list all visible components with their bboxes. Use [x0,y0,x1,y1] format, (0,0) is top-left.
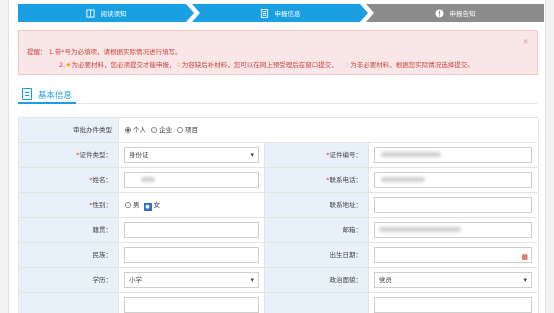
phone-label: *联系电话： [265,168,369,192]
form-row-partial [19,293,539,313]
notice-optional-text: 为非必要材料，根据您实际情况选择提交。 [350,61,474,69]
label-text: 证件编号： [329,151,363,159]
label-text: 证件类型： [79,151,113,159]
edu-cell: 小学 [119,268,265,292]
radio-label: 女 [153,201,161,209]
partial-input[interactable] [124,297,259,313]
document-icon [22,88,32,100]
birth-cell: ▦ [369,243,539,267]
origin-label: 籍贯： [19,218,119,242]
partial-label [19,293,119,313]
edu-label: 学历： [19,268,119,292]
form-row: 籍贯： 邮箱： [19,218,539,243]
radio-label: 男 [133,201,140,209]
form-icon [260,8,268,18]
page: 阅读须知 申报信息 申报告知 × 提醒： 1.带*号为必填项，请根据实际情况进行… [0,0,554,313]
ethnic-input[interactable] [124,247,259,263]
step-declare-notice[interactable]: 申报告知 [366,4,544,22]
address-cell [369,193,539,217]
notice-line-2: 2.★为必要材料，您必须提交才能申报，☆为容缺后补材料，您可以在网上预受理后在窗… [59,59,474,69]
birth-label: 出生日期： [265,243,369,267]
name-input[interactable] [124,172,259,188]
form-row: *性别： 男 ● 女 联系地址： [19,193,539,218]
email-cell [369,218,539,242]
section-underline [18,102,76,104]
origin-input[interactable] [124,222,259,238]
basic-info-form: 审批办件类型 个人 企业 项目 *证件类型： 身份证 *证件编号： *姓名： *… [18,117,539,313]
step-label: 阅读须知 [100,10,127,18]
gender-label: *性别： [19,193,119,217]
id-type-select[interactable]: 身份证 [124,147,259,163]
id-no-cell [369,143,539,167]
id-type-label: *证件类型： [19,143,119,167]
label-text: 联系电话： [329,176,363,184]
type-cell: 个人 企业 项目 [119,118,539,142]
name-cell [119,168,265,192]
partial-label-2 [265,293,369,313]
form-row: 学历： 小学 政治面貌： 党员 [19,268,539,293]
id-no-input[interactable] [374,147,532,163]
radio-enterprise[interactable] [151,127,158,133]
section-title: 基本信息 [38,91,73,101]
partial-cell [119,293,265,313]
radio-male[interactable] [125,202,131,208]
gender-cell: 男 ● 女 [119,193,265,217]
label-text: 性别： [92,201,113,209]
email-input[interactable] [374,222,532,238]
political-cell: 党员 [369,268,539,292]
partial-input-2[interactable] [374,297,532,313]
edu-select[interactable]: 小学 [124,272,259,288]
book-icon [85,8,95,18]
type-radio-group: 个人 企业 项目 [125,118,198,142]
id-no-label: *证件编号： [265,143,369,167]
section-header: 基本信息 [18,86,538,104]
name-label: *姓名： [19,168,119,192]
step-label: 申报告知 [449,10,476,18]
phone-cell [369,168,539,192]
step-read-notice[interactable]: 阅读须知 [18,4,194,22]
origin-cell [119,218,265,242]
notice-box: × 提醒： 1.带*号为必填项，请根据实际情况进行填写。 2.★为必要材料，您必… [18,30,538,75]
radio-label: 企业 [159,126,173,134]
form-row: *姓名： *联系电话： [19,168,539,193]
form-row: 民族： 出生日期： ▦ [19,243,539,268]
close-icon[interactable]: × [522,37,529,46]
label-text: 姓名： [92,176,113,184]
political-select[interactable]: 党员 [374,272,532,288]
redacted-value [381,152,441,157]
step-declare-info[interactable]: 申报信息 [192,4,368,22]
phone-input[interactable] [374,172,532,188]
radio-personal[interactable] [125,127,131,133]
redacted-value [379,227,461,232]
radio-label: 项目 [185,126,199,134]
radio-project[interactable] [177,127,184,133]
ethnic-cell [119,243,265,267]
radio-label: 个人 [133,126,146,134]
address-label: 联系地址： [265,193,369,217]
redacted-value [381,177,425,182]
address-input[interactable] [374,197,532,213]
radio-female[interactable]: ● [143,203,152,211]
gender-radio-group: 男 ● 女 [125,193,160,217]
step-label: 申报信息 [274,10,301,18]
notice-required-text: 为必要材料，您必须提交才能申报， [71,61,176,69]
form-row: 审批办件类型 个人 企业 项目 [19,118,539,143]
partial-cell-2 [369,293,539,313]
progress-steps: 阅读须知 申报信息 申报告知 [18,4,544,22]
type-label: 审批办件类型 [19,118,119,142]
birth-date-input[interactable]: ▦ [374,247,532,263]
political-label: 政治面貌： [265,268,369,292]
calendar-icon[interactable]: ▦ [521,250,528,264]
email-label: 邮箱： [265,218,369,242]
id-type-cell: 身份证 [119,143,265,167]
ethnic-label: 民族： [19,243,119,267]
form-row: *证件类型： 身份证 *证件编号： [19,143,539,168]
redacted-value [141,177,155,182]
notice-later-text: 为容缺后补材料，您可以在网上预受理后在窗口提交， [181,61,338,69]
notice-line-1: 提醒： 1.带*号为必填项，请根据实际情况进行填写。 [27,48,182,56]
info-icon [434,8,444,18]
